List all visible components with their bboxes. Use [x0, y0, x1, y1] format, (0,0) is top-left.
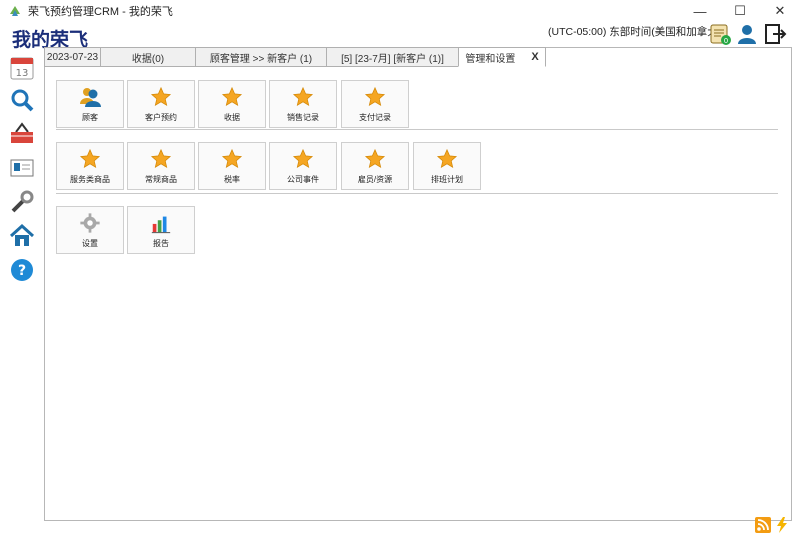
tab-appointment[interactable]: [5] [23-7月] [新客户 (1)] — [326, 47, 459, 67]
tile-tax-rates[interactable]: 税率 — [198, 142, 266, 190]
minimize-button[interactable]: — — [680, 0, 720, 22]
tile-reports[interactable]: 报告 — [127, 206, 195, 254]
rail-search-button[interactable] — [8, 86, 36, 114]
search-icon — [11, 89, 34, 112]
calendar-day-number: 13 — [16, 68, 29, 79]
tile-customers[interactable]: 顾客 — [56, 80, 124, 128]
tab-label: [5] [23-7月] [新客户 (1)] — [341, 53, 444, 65]
app-logo-icon — [10, 6, 20, 16]
section-divider — [56, 193, 778, 194]
star-icon — [436, 148, 458, 168]
tile-label: 顾客 — [82, 112, 98, 122]
lightning-icon[interactable] — [775, 517, 789, 533]
tile-appointments[interactable]: 客户预约 — [127, 80, 195, 128]
tile-regular-products[interactable]: 常规商品 — [127, 142, 195, 190]
star-icon — [364, 148, 386, 168]
tab-receipts[interactable]: 收据(0) — [100, 47, 196, 67]
rail-calendar-button[interactable]: 13 — [8, 54, 36, 82]
rail-basket-button[interactable] — [8, 120, 36, 148]
star-icon — [79, 148, 101, 168]
customer-icon — [80, 87, 101, 107]
help-icon: ? — [11, 259, 33, 281]
app-header: 我的荣飞 (UTC-05:00) 东部时间(美国和加拿大) 0 — [0, 22, 800, 51]
tile-shift-schedule[interactable]: 排班计划 — [413, 142, 481, 190]
calendar-icon: 13 — [10, 57, 34, 80]
star-icon — [292, 148, 314, 168]
tile-payment-records[interactable]: 支付记录 — [341, 80, 409, 128]
tile-label: 排班计划 — [431, 174, 463, 184]
tab-label: 顾客管理 >> 新客户 (1) — [209, 53, 313, 65]
basket-icon — [11, 122, 33, 143]
tile-label: 客户预约 — [145, 112, 177, 122]
rail-contacts-button[interactable] — [8, 154, 36, 182]
tab-admin-settings[interactable]: 管理和设置 X — [458, 47, 546, 67]
svg-text:?: ? — [18, 263, 26, 279]
star-icon — [221, 86, 243, 106]
tile-label: 支付记录 — [359, 112, 391, 122]
rail-home-button[interactable] — [8, 222, 36, 250]
logout-icon[interactable] — [763, 22, 787, 46]
tab-label: 管理和设置 — [465, 53, 516, 65]
star-icon — [364, 86, 386, 106]
bar-chart-icon — [151, 216, 171, 233]
tab-customer-management[interactable]: 顾客管理 >> 新客户 (1) — [195, 47, 327, 67]
star-icon — [221, 148, 243, 168]
tile-label: 公司事件 — [287, 174, 319, 184]
wrench-icon — [11, 190, 34, 213]
star-icon — [150, 148, 172, 168]
tile-company-events[interactable]: 公司事件 — [269, 142, 337, 190]
tile-label: 销售记录 — [287, 112, 319, 122]
tile-employees-resources[interactable]: 雇员/资源 — [341, 142, 409, 190]
calendar-badge-icon[interactable]: 0 — [708, 22, 732, 46]
tile-label: 常规商品 — [145, 174, 177, 184]
rail-tools-button[interactable] — [8, 188, 36, 216]
tile-label: 服务类商品 — [70, 174, 110, 184]
tab-label: 2023-07-23 — [46, 51, 99, 63]
window-title: 荣飞预约管理CRM - 我的荣飞 — [28, 6, 173, 18]
tile-label: 税率 — [224, 174, 240, 184]
rss-icon[interactable] — [755, 517, 771, 533]
maximize-button[interactable]: ☐ — [720, 0, 760, 22]
star-icon — [292, 86, 314, 106]
home-icon — [9, 223, 35, 246]
tile-label: 收据 — [224, 112, 240, 122]
star-icon — [150, 86, 172, 106]
svg-text:0: 0 — [724, 37, 728, 45]
tab-date[interactable]: 2023-07-23 — [44, 47, 101, 67]
contact-card-icon — [10, 159, 34, 177]
tile-sales-records[interactable]: 销售记录 — [269, 80, 337, 128]
user-icon[interactable] — [735, 22, 759, 46]
tile-label: 设置 — [82, 238, 98, 248]
gear-icon — [80, 212, 100, 233]
tab-strip: 2023-07-23 收据(0) 顾客管理 >> 新客户 (1) [5] [23… — [44, 47, 546, 67]
rail-help-button[interactable]: ? — [8, 256, 36, 284]
section-divider — [56, 129, 778, 130]
tile-settings[interactable]: 设置 — [56, 206, 124, 254]
close-window-button[interactable]: ✕ — [760, 0, 800, 22]
tile-service-products[interactable]: 服务类商品 — [56, 142, 124, 190]
timezone-label: (UTC-05:00) 东部时间(美国和加拿大) — [548, 26, 722, 38]
tab-label: 收据(0) — [131, 53, 165, 65]
tile-label: 报告 — [153, 238, 169, 248]
tile-receipts[interactable]: 收据 — [198, 80, 266, 128]
tile-label: 雇员/资源 — [357, 174, 393, 184]
tab-close-button[interactable]: X — [531, 51, 538, 63]
